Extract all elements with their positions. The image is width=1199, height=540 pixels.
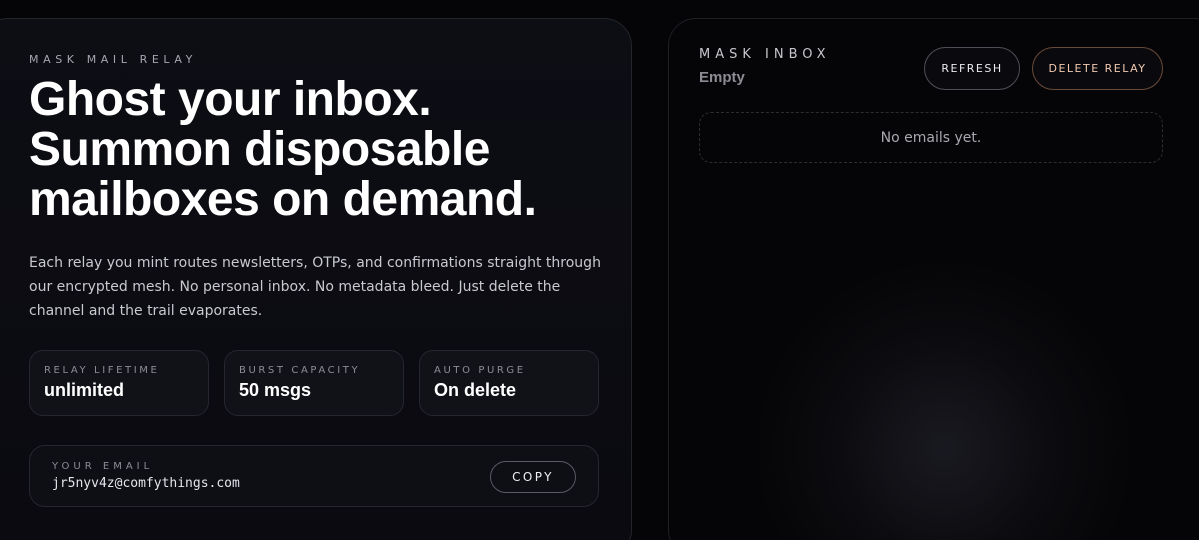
- inbox-status: Empty: [699, 69, 745, 86]
- empty-inbox-message: No emails yet.: [880, 129, 982, 146]
- hero-description: Each relay you mint routes newsletters, …: [29, 255, 601, 319]
- headline-line-1: Ghost your inbox.: [29, 73, 432, 126]
- headline-line-2: Summon disposable: [29, 123, 490, 176]
- relay-panel: MASK MAIL RELAY Ghost your inbox. Summon…: [0, 18, 632, 540]
- email-field: YOUR EMAIL jr5nyv4z@comfythings.com COPY: [29, 445, 599, 507]
- hero-headline: Ghost your inbox. Summon disposable mail…: [29, 75, 609, 225]
- email-label: YOUR EMAIL: [52, 461, 154, 472]
- stat-value: 50 msgs: [239, 380, 312, 400]
- email-address[interactable]: jr5nyv4z@comfythings.com: [52, 476, 240, 491]
- refresh-button[interactable]: REFRESH: [924, 47, 1020, 90]
- stat-value: unlimited: [44, 380, 124, 400]
- copy-button[interactable]: COPY: [490, 461, 576, 493]
- stat-value: On delete: [434, 380, 517, 400]
- stat-label: AUTO PURGE: [434, 365, 526, 376]
- inbox-panel: MASK INBOX Empty REFRESH DELETE RELAY No…: [668, 18, 1199, 540]
- stat-relay-lifetime: RELAY LIFETIME unlimited: [29, 350, 209, 416]
- stats-row: RELAY LIFETIME unlimited BURST CAPACITY …: [29, 350, 601, 416]
- app-stage: MASK MAIL RELAY Ghost your inbox. Summon…: [0, 0, 1199, 540]
- headline-line-3: mailboxes on demand.: [29, 173, 537, 226]
- relay-eyebrow: MASK MAIL RELAY: [29, 53, 197, 66]
- empty-inbox-placeholder: No emails yet.: [699, 112, 1163, 163]
- stat-auto-purge: AUTO PURGE On delete: [419, 350, 599, 416]
- stat-burst-capacity: BURST CAPACITY 50 msgs: [224, 350, 404, 416]
- delete-relay-button[interactable]: DELETE RELAY: [1032, 47, 1163, 90]
- inbox-title: MASK INBOX: [699, 47, 831, 62]
- stat-label: BURST CAPACITY: [239, 365, 361, 376]
- stat-label: RELAY LIFETIME: [44, 365, 160, 376]
